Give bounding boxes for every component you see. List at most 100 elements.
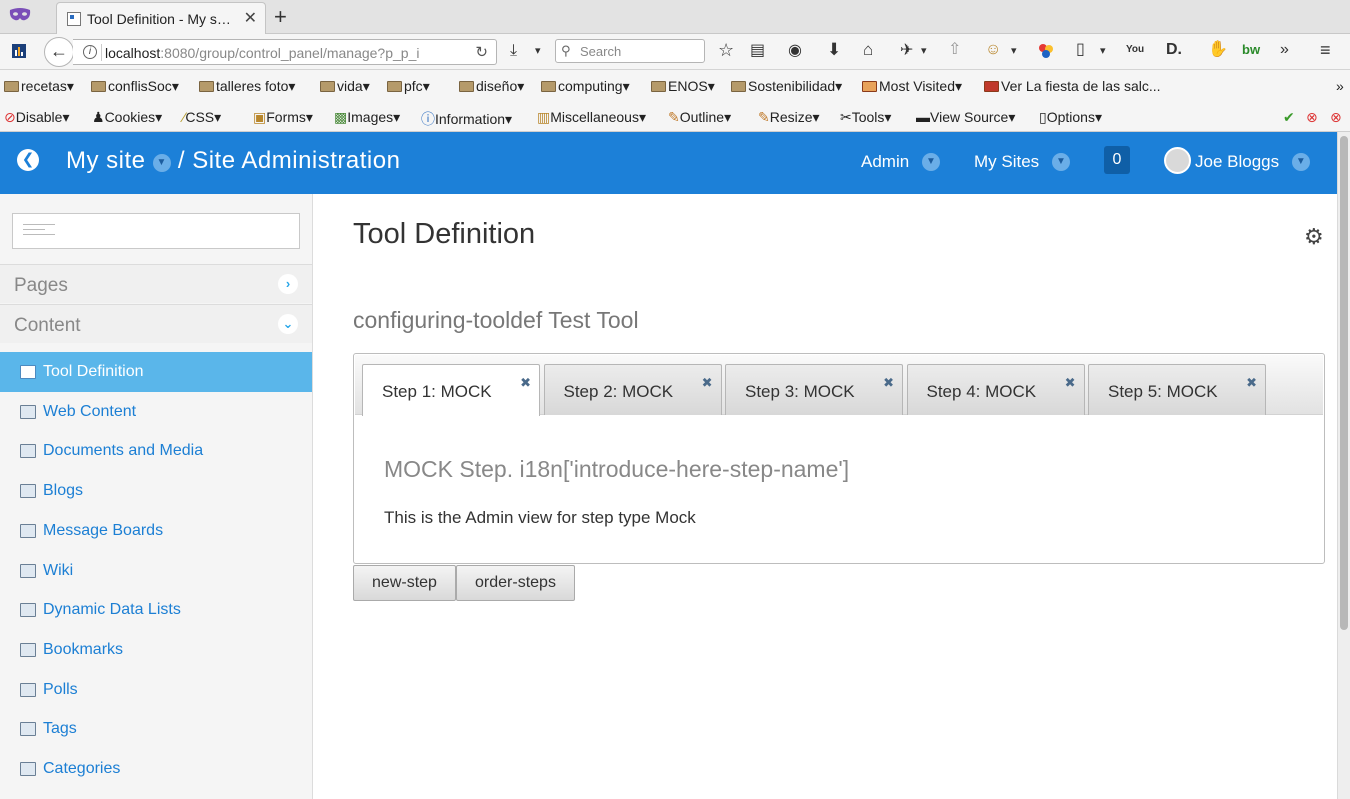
sidebar-item[interactable]: Blogs xyxy=(0,471,312,511)
step-tab[interactable]: Step 2: MOCK ✖ xyxy=(543,364,722,415)
site-name[interactable]: My site xyxy=(66,147,146,174)
page-scrollbar[interactable] xyxy=(1337,132,1350,799)
reader-list-icon[interactable]: ▤ xyxy=(750,43,765,59)
bookmark-item[interactable]: conflisSoc▾ xyxy=(91,78,179,95)
notifications-badge[interactable]: 0 xyxy=(1104,146,1130,174)
step-tab[interactable]: Step 4: MOCK ✖ xyxy=(906,364,1085,415)
user-avatar[interactable] xyxy=(1164,147,1191,174)
bookmark-item[interactable]: pfc▾ xyxy=(387,78,430,95)
close-step-icon[interactable]: ✖ xyxy=(1246,375,1257,391)
dev-resize[interactable]: ✎Resize▾ xyxy=(758,109,820,126)
sidebar-item[interactable]: Categories xyxy=(0,749,312,789)
dev-cookies[interactable]: ♟Cookies▾ xyxy=(92,109,162,126)
back-arrow-icon[interactable]: ❮ xyxy=(17,149,39,171)
home-icon[interactable]: ⌂ xyxy=(863,41,873,58)
close-step-icon[interactable]: ✖ xyxy=(883,375,894,391)
pages-panel-header[interactable]: Pages › xyxy=(0,264,312,303)
chevron-down-icon[interactable]: ▾ xyxy=(535,43,541,59)
scrollbar-thumb[interactable] xyxy=(1340,136,1348,630)
url-bar[interactable]: i localhost:8080/group/control_panel/man… xyxy=(73,39,497,65)
dev-tools[interactable]: ✂Tools▾ xyxy=(840,109,891,126)
browser-tab[interactable]: Tool Definition - My s… ✕ xyxy=(56,2,266,34)
bookmark-item[interactable]: computing▾ xyxy=(541,78,630,95)
new-step-button[interactable]: new-step xyxy=(353,565,456,601)
close-step-icon[interactable]: ✖ xyxy=(1065,375,1076,391)
dev-options[interactable]: ▯Options▾ xyxy=(1039,109,1102,126)
sidebar-item[interactable]: Tool Definition xyxy=(0,352,312,392)
close-tab-icon[interactable]: ✕ xyxy=(244,8,257,28)
hamburger-menu-icon[interactable]: ≡ xyxy=(1320,41,1331,59)
step-tab[interactable]: Step 1: MOCK ✖ xyxy=(362,364,540,416)
close-step-icon[interactable]: ✖ xyxy=(702,375,713,391)
new-tab-plus-icon[interactable]: + xyxy=(274,4,287,30)
sidebar-item[interactable]: Web Content xyxy=(0,392,312,432)
reload-icon[interactable]: ↻ xyxy=(475,43,488,61)
step-tab[interactable]: Step 5: MOCK ✖ xyxy=(1088,364,1266,415)
back-button[interactable]: ← xyxy=(44,37,74,67)
user-menu[interactable]: Joe Bloggs ▼ xyxy=(1195,152,1310,172)
admin-menu[interactable]: Admin ▼ xyxy=(861,152,940,172)
sidebar-item[interactable]: Polls xyxy=(0,670,312,710)
ddl-icon xyxy=(20,603,36,618)
youtube-icon[interactable]: You xyxy=(1126,42,1144,58)
bookmark-star-icon[interactable]: ☆ xyxy=(718,41,734,59)
bar-chart-extension-icon[interactable] xyxy=(11,43,27,59)
search-box[interactable]: ⚲ Search xyxy=(555,39,705,63)
dev-outline[interactable]: ✎Outline▾ xyxy=(668,109,731,126)
chevron-down-icon[interactable]: ▾ xyxy=(1011,43,1017,59)
face-extension-icon[interactable]: ☺ xyxy=(985,42,1001,58)
site-info-icon[interactable]: i xyxy=(83,45,97,59)
downloads-icon[interactable]: ⬇ xyxy=(827,41,841,58)
browser-navigation-bar: ← i localhost:8080/group/control_panel/m… xyxy=(0,34,1350,70)
dev-images[interactable]: ▩Images▾ xyxy=(334,109,400,126)
bw-extension-icon[interactable]: bw xyxy=(1242,42,1260,58)
step-tab[interactable]: Step 3: MOCK ✖ xyxy=(725,364,903,415)
close-step-icon[interactable]: ✖ xyxy=(520,375,531,391)
upload-icon[interactable]: ⇧ xyxy=(948,42,961,58)
color-dots-extension-icon[interactable] xyxy=(1038,43,1054,59)
dev-information[interactable]: ⓘInformation▾ xyxy=(421,109,512,129)
valid-checkmark-icon[interactable]: ✔ xyxy=(1283,109,1295,126)
bookmark-item[interactable]: recetas▾ xyxy=(4,78,74,95)
chevron-down-icon[interactable]: ▾ xyxy=(921,43,927,59)
dev-css[interactable]: ⁄CSS▾ xyxy=(183,109,221,126)
sidebar-item[interactable]: Dynamic Data Lists xyxy=(0,590,312,630)
css-error-icon[interactable]: ⊗ xyxy=(1306,109,1318,126)
gnome-extension-icon[interactable]: ✈ xyxy=(900,43,913,59)
js-error-icon[interactable]: ⊗ xyxy=(1330,109,1342,126)
blogs-icon xyxy=(20,484,36,499)
d-extension-icon[interactable]: D. xyxy=(1166,42,1182,58)
dev-view-source[interactable]: ▬View Source▾ xyxy=(916,109,1015,126)
bookmark-item[interactable]: Ver La fiesta de las salc... xyxy=(984,78,1161,94)
sidebar-search-input[interactable] xyxy=(12,213,300,249)
sidebar-item[interactable]: Tags xyxy=(0,709,312,749)
dev-css-label: CSS xyxy=(185,109,215,125)
chevron-down-icon[interactable]: ▾ xyxy=(1100,43,1106,59)
dev-miscellaneous[interactable]: ▥Miscellaneous▾ xyxy=(537,109,646,126)
my-sites-menu[interactable]: My Sites ▼ xyxy=(974,152,1070,172)
gear-icon[interactable]: ⚙ xyxy=(1304,224,1324,250)
bookmark-item[interactable]: diseño▾ xyxy=(459,78,524,95)
sidebar-item[interactable]: Wiki xyxy=(0,551,312,591)
sidebar-item[interactable]: Documents and Media xyxy=(0,431,312,471)
order-steps-button[interactable]: order-steps xyxy=(456,565,575,601)
download-arrow-icon[interactable]: ⤓ xyxy=(510,43,517,59)
view-source-icon: ▬ xyxy=(916,109,930,125)
sidebar-item[interactable]: Message Boards xyxy=(0,511,312,551)
hand-icon[interactable]: ✋ xyxy=(1208,42,1228,58)
pocket-icon[interactable]: ◉ xyxy=(788,43,802,59)
sidebar-item[interactable]: Bookmarks xyxy=(0,630,312,670)
content-panel-header[interactable]: Content ⌄ xyxy=(0,304,312,343)
bookmark-item[interactable]: ENOS▾ xyxy=(651,78,715,95)
dev-disable[interactable]: ⊘Disable▾ xyxy=(4,109,69,126)
clipboard-icon[interactable]: ▯ xyxy=(1076,42,1085,58)
bookmark-item[interactable]: Most Visited▾ xyxy=(862,78,962,95)
bookmark-item[interactable]: Sostenibilidad▾ xyxy=(731,78,842,95)
overflow-chevrons-icon[interactable]: » xyxy=(1280,42,1289,58)
site-dropdown-icon[interactable]: ▼ xyxy=(152,154,171,172)
bookmark-page-icon xyxy=(984,81,999,92)
bookmark-item[interactable]: vida▾ xyxy=(320,78,370,95)
bookmark-item[interactable]: talleres foto▾ xyxy=(199,78,295,95)
bookmarks-overflow-icon[interactable]: » xyxy=(1336,78,1344,94)
dev-forms[interactable]: ▣Forms▾ xyxy=(253,109,313,126)
